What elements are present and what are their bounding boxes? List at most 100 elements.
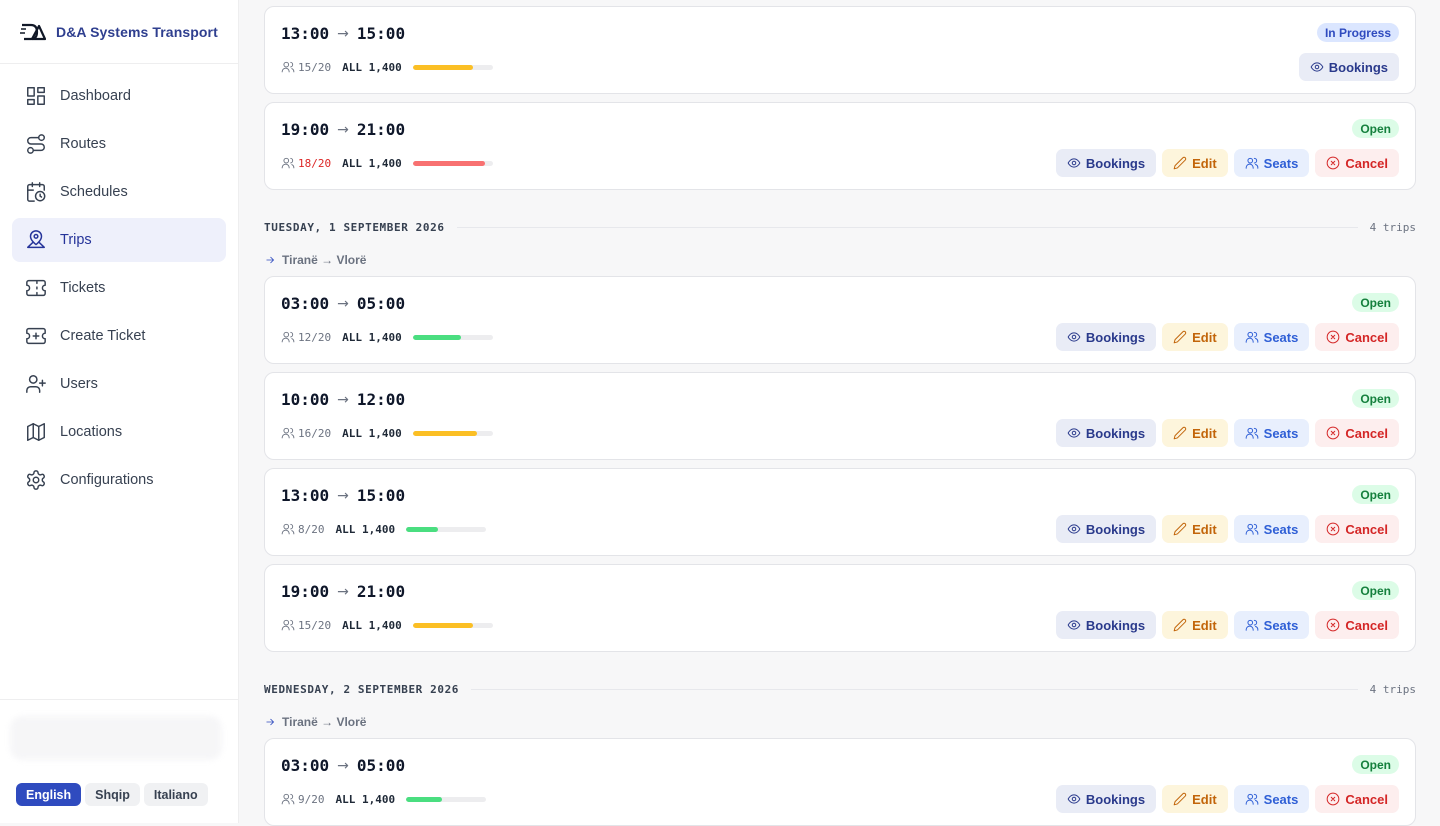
cancel-button[interactable]: Cancel	[1315, 515, 1399, 543]
edit-button[interactable]: Edit	[1162, 419, 1228, 447]
bookings-button[interactable]: Bookings	[1055, 785, 1157, 813]
status-badge: Open	[1352, 389, 1399, 408]
arrow-right-icon: →	[337, 295, 349, 312]
occupancy-bar	[412, 430, 493, 436]
button-label: Bookings	[1085, 425, 1146, 441]
arrow-right-icon: →	[337, 757, 349, 774]
pencil-icon	[1173, 330, 1187, 344]
sidebar-item-tickets[interactable]: Tickets	[12, 266, 226, 310]
user-card[interactable]	[10, 716, 222, 760]
users-icon	[281, 619, 295, 631]
button-label: Cancel	[1345, 155, 1388, 171]
cancel-button[interactable]: Cancel	[1315, 323, 1399, 351]
trip-meta: 15/20 ALL 1,400	[281, 60, 493, 74]
day-title: TUESDAY, 1 SEPTEMBER 2026	[264, 220, 445, 234]
day-title: WEDNESDAY, 2 SEPTEMBER 2026	[264, 682, 460, 696]
occupancy-bar-fill	[412, 64, 473, 70]
trip-meta: 8/20 ALL 1,400	[281, 522, 487, 536]
seats-button[interactable]: Seats	[1233, 785, 1310, 813]
eye-icon	[1067, 794, 1081, 804]
edit-button[interactable]: Edit	[1162, 515, 1228, 543]
button-label: Edit	[1192, 791, 1217, 807]
calendar-clock-icon	[24, 180, 48, 204]
user-plus-icon	[24, 372, 48, 396]
lang-english-button[interactable]: English	[16, 783, 82, 806]
seats-button[interactable]: Seats	[1233, 419, 1310, 447]
edit-button[interactable]: Edit	[1162, 785, 1228, 813]
button-label: Edit	[1192, 521, 1217, 537]
bookings-button[interactable]: Bookings	[1055, 149, 1157, 177]
trip-card: 13:00 → 15:00 15/20 ALL 1,400 In Progress …	[264, 6, 1416, 94]
occupancy-bar	[406, 526, 487, 532]
bookings-button[interactable]: Bookings	[1298, 53, 1399, 81]
bookings-button[interactable]: Bookings	[1055, 323, 1157, 351]
button-label: Bookings	[1328, 59, 1388, 75]
trip-card: 19:00 → 21:00 15/20 ALL 1,400 Open Booking…	[264, 564, 1416, 652]
brand-logo-icon	[20, 23, 46, 40]
button-label: Cancel	[1345, 329, 1388, 345]
eye-icon	[1067, 524, 1081, 534]
status-badge: Open	[1352, 485, 1399, 504]
trip-times: 03:00 → 05:00	[281, 294, 405, 313]
routes-icon	[24, 132, 48, 156]
sidebar-item-users[interactable]: Users	[12, 362, 226, 406]
button-label: Edit	[1192, 617, 1217, 633]
seats-button[interactable]: Seats	[1233, 515, 1310, 543]
divider	[456, 226, 1358, 228]
edit-button[interactable]: Edit	[1162, 149, 1228, 177]
button-label: Bookings	[1085, 155, 1146, 171]
edit-button[interactable]: Edit	[1162, 323, 1228, 351]
sidebar-item-configurations[interactable]: Configurations	[12, 458, 226, 502]
cancel-button[interactable]: Cancel	[1315, 149, 1399, 177]
sidebar-item-label: Create Ticket	[60, 328, 146, 344]
pencil-icon	[1173, 522, 1187, 536]
arrow-right-icon: →	[337, 583, 349, 600]
trip-times: 13:00 → 15:00	[281, 486, 405, 505]
seats-button[interactable]: Seats	[1233, 323, 1310, 351]
trip-count: 4 trips	[1369, 220, 1416, 234]
x-circle-icon	[1327, 522, 1340, 536]
sidebar-item-dashboard[interactable]: Dashboard	[12, 74, 226, 118]
sidebar-item-trips[interactable]: Trips	[12, 218, 226, 262]
button-label: Seats	[1263, 155, 1299, 171]
sidebar-item-routes[interactable]: Routes	[12, 122, 226, 166]
trip-price: ALL 1,400	[342, 618, 402, 632]
sidebar-item-schedules[interactable]: Schedules	[12, 170, 226, 214]
seats-button[interactable]: Seats	[1233, 149, 1310, 177]
sidebar-item-locations[interactable]: Locations	[12, 410, 226, 454]
sidebar-item-create-ticket[interactable]: Create Ticket	[12, 314, 226, 358]
trip-count: 4 trips	[1369, 682, 1416, 696]
seats-button[interactable]: Seats	[1233, 611, 1310, 639]
edit-button[interactable]: Edit	[1162, 611, 1228, 639]
arrive-time: 21:00	[356, 582, 406, 601]
bookings-button[interactable]: Bookings	[1055, 611, 1157, 639]
arrow-right-icon	[266, 256, 275, 264]
route-name: Tiranë → Vlorë	[282, 253, 367, 267]
lang-shqip-button[interactable]: Shqip	[85, 783, 140, 806]
trip-times: 19:00 → 21:00	[281, 582, 405, 601]
eye-icon	[1067, 332, 1081, 342]
trip-times: 03:00 → 05:00	[281, 756, 405, 775]
cancel-button[interactable]: Cancel	[1315, 419, 1399, 447]
lang-italiano-button[interactable]: Italiano	[143, 783, 208, 806]
trip-meta: 16/20 ALL 1,400	[281, 426, 493, 440]
bookings-button[interactable]: Bookings	[1055, 419, 1157, 447]
occupancy-bar-fill	[412, 334, 461, 340]
route-name: Tiranë → Vlorë	[282, 715, 367, 729]
trip-actions: Bookings	[1298, 53, 1399, 81]
bookings-button[interactable]: Bookings	[1055, 515, 1157, 543]
button-label: Seats	[1263, 329, 1299, 345]
day-header: WEDNESDAY, 2 SEPTEMBER 2026 4 trips	[264, 676, 1416, 702]
button-label: Seats	[1263, 617, 1299, 633]
trip-actions: Bookings Edit Seats Cancel	[1055, 323, 1399, 351]
route-label: Tiranë → Vlorë	[264, 252, 366, 268]
trip-card: 03:00 → 05:00 12/20 ALL 1,400 Open Booking…	[264, 276, 1416, 364]
status-badge: Open	[1352, 755, 1399, 774]
brand[interactable]: D&A Systems Transport	[0, 0, 238, 64]
sidebar: D&A Systems Transport Dashboard Routes S…	[0, 0, 239, 823]
sidebar-item-label: Users	[60, 376, 98, 392]
depart-time: 03:00	[281, 294, 330, 313]
cancel-button[interactable]: Cancel	[1315, 611, 1399, 639]
trip-card: 03:00 → 05:00 9/20 ALL 1,400 Open Bookings…	[264, 738, 1416, 826]
cancel-button[interactable]: Cancel	[1315, 785, 1399, 813]
